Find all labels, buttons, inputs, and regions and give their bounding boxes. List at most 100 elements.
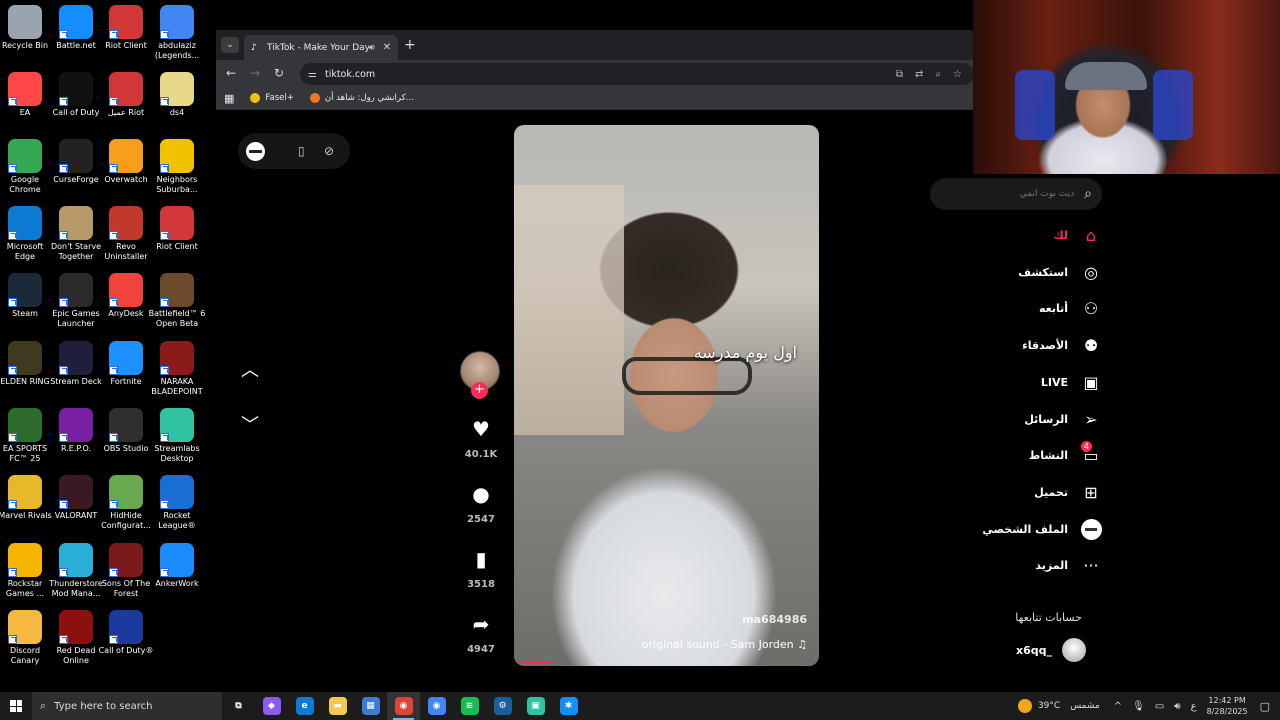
desktop-icon[interactable]: Overwatch: [101, 139, 151, 185]
sidebar-item-3[interactable]: أتابعه ⚇: [930, 296, 1102, 320]
desktop-icon[interactable]: Riot Client: [152, 206, 202, 252]
desktop-icon[interactable]: Fortnite: [101, 341, 151, 387]
sidebar-item-7[interactable]: النشاط ▭ 4: [930, 441, 1102, 467]
taskbar-app[interactable]: ◆: [255, 692, 288, 720]
following-account-item[interactable]: x6qq_: [1016, 638, 1086, 662]
reload-icon[interactable]: ↻: [274, 66, 284, 80]
desktop-icon[interactable]: CurseForge: [51, 139, 101, 185]
desktop-icon[interactable]: Thunderstore Mod Mana...: [49, 543, 103, 598]
close-icon[interactable]: ✕: [383, 42, 391, 53]
network-icon[interactable]: ▭: [1155, 701, 1164, 712]
install-app-icon[interactable]: ⧉: [896, 69, 903, 80]
profile-avatar-icon[interactable]: [246, 142, 265, 161]
desktop-icon[interactable]: HidHide Configurat...: [101, 475, 151, 530]
compass-icon[interactable]: ⊘: [324, 144, 334, 158]
taskbar-app[interactable]: ▬: [321, 692, 354, 720]
clock[interactable]: 12:42 PM 8/28/2025: [1207, 695, 1248, 717]
bookmark-crunchyroll[interactable]: كرانشي رول: شاهد أن...: [309, 93, 414, 103]
save-button[interactable]: ▮ 3518: [456, 547, 506, 590]
desktop-icon[interactable]: Call of Duty®: [99, 610, 153, 656]
back-arrow-icon[interactable]: ←: [226, 66, 236, 80]
desktop-icon[interactable]: Battle.net: [51, 5, 101, 51]
desktop-icon[interactable]: Rocket League®: [152, 475, 202, 530]
taskbar-app[interactable]: ▣: [519, 692, 552, 720]
desktop-icon[interactable]: Rockstar Games ...: [0, 543, 50, 598]
desktop-icon[interactable]: AnyDesk: [101, 273, 151, 319]
weather-widget[interactable]: 39°C مشمس: [1017, 699, 1100, 713]
sidebar-item-8[interactable]: تحميل ⊞: [930, 480, 1102, 504]
microphone-icon[interactable]: 🎙︎: [1132, 701, 1145, 712]
desktop-icon[interactable]: ds4: [152, 72, 202, 118]
desktop-icon[interactable]: Microsoft Edge: [0, 206, 50, 261]
next-video-button[interactable]: ﹀: [238, 411, 262, 437]
start-button[interactable]: [0, 692, 32, 720]
desktop-icon[interactable]: ELDEN RING: [0, 341, 50, 387]
sidebar-item-2[interactable]: استكشف ◎: [930, 260, 1102, 284]
like-button[interactable]: ♥ 40.1K: [456, 417, 506, 460]
desktop-icon[interactable]: Don't Starve Together: [51, 206, 101, 261]
video-sound-link[interactable]: original sound - Sam Jorden ♫: [642, 638, 807, 651]
language-indicator[interactable]: ع: [1191, 701, 1197, 712]
desktop-icon[interactable]: Recycle Bin: [0, 5, 50, 51]
desktop-icon[interactable]: Steam: [0, 273, 50, 319]
desktop-icon[interactable]: Discord Canary: [0, 610, 50, 665]
sidebar-item-9[interactable]: الملف الشخصي: [930, 517, 1102, 541]
desktop-icon[interactable]: R.E.P.O.: [51, 408, 101, 454]
taskbar-app[interactable]: ≋: [453, 692, 486, 720]
tab-search-button[interactable]: ⌄: [221, 37, 239, 53]
desktop-icon[interactable]: Streamlabs Desktop: [152, 408, 202, 463]
desktop-icon[interactable]: Stream Deck: [50, 341, 102, 387]
desktop-icon[interactable]: VALORANT: [51, 475, 101, 521]
tab-tiktok[interactable]: ♪ TikTok - Make Your Day 🔊︎ ✕: [244, 35, 398, 60]
search-input[interactable]: [954, 189, 1075, 199]
bookmark-star-icon[interactable]: ☆: [953, 69, 962, 80]
desktop-icon[interactable]: Call of Duty: [51, 72, 101, 118]
taskbar-app[interactable]: ◉: [420, 692, 453, 720]
zoom-icon[interactable]: ⌕: [935, 69, 941, 80]
desktop-icon[interactable]: Riot Client: [101, 5, 151, 51]
comment-button[interactable]: ● 2547: [456, 482, 506, 525]
desktop-icon[interactable]: NARAKA BLADEPOINT: [151, 341, 203, 396]
sidebar-item-6[interactable]: الرسائل ➢: [930, 407, 1102, 431]
forward-arrow-icon[interactable]: →: [250, 66, 260, 80]
search-bar[interactable]: ⌕: [930, 178, 1102, 210]
desktop-icon[interactable]: EA: [0, 72, 50, 118]
new-tab-button[interactable]: +: [404, 37, 416, 53]
desktop-icon[interactable]: AnkerWork: [152, 543, 202, 589]
chevron-up-icon[interactable]: ^: [1114, 701, 1122, 712]
sidebar-item-10[interactable]: المزيد ···: [930, 553, 1102, 577]
bookmark-fasel[interactable]: Fasel+: [250, 93, 294, 103]
desktop-icon[interactable]: OBS Studio: [101, 408, 151, 454]
speaker-icon[interactable]: 🔊︎: [369, 43, 375, 53]
address-bar[interactable]: ⚌ tiktok.com ⧉ ⇄ ⌕ ☆: [300, 63, 974, 85]
taskbar-app[interactable]: ⚙: [486, 692, 519, 720]
desktop-icon[interactable]: Sons Of The Forest: [101, 543, 151, 598]
taskbar-search[interactable]: ⌕ Type here to search: [32, 692, 222, 720]
taskbar-app[interactable]: ✱: [552, 692, 585, 720]
share-button[interactable]: ➦ 4947: [456, 612, 506, 655]
desktop-icon[interactable]: Epic Games Launcher: [51, 273, 101, 328]
desktop-icon[interactable]: Neighbors Suburba...: [152, 139, 202, 194]
sidebar-item-1[interactable]: لك ⌂: [930, 223, 1102, 247]
notification-icon[interactable]: ▢: [1260, 700, 1270, 713]
translate-icon[interactable]: ⇄: [915, 69, 923, 80]
video-player[interactable]: اول يوم مدرسه ma684986 original sound - …: [514, 125, 819, 666]
previous-video-button[interactable]: ︿: [238, 356, 262, 382]
desktop-icon[interactable]: عميل Riot: [101, 72, 151, 118]
taskbar-app[interactable]: ⧉: [222, 692, 255, 720]
desktop-icon[interactable]: Battlefield™ 6 Open Beta: [149, 273, 205, 328]
follow-plus-icon[interactable]: +: [471, 382, 488, 399]
desktop-icon[interactable]: Marvel Rivals: [0, 475, 52, 521]
sidebar-item-5[interactable]: LIVE ▣: [930, 370, 1102, 394]
phone-icon[interactable]: ▯: [298, 144, 305, 158]
search-icon[interactable]: ⌕: [1084, 186, 1092, 202]
taskbar-app[interactable]: e: [288, 692, 321, 720]
volume-icon[interactable]: 🔊︎: [1174, 701, 1180, 712]
video-author-username[interactable]: ma684986: [742, 613, 807, 626]
desktop-icon[interactable]: Red Dead Online: [51, 610, 101, 665]
video-progress-bar[interactable]: [520, 661, 551, 664]
apps-grid-icon[interactable]: ▦: [224, 92, 234, 105]
desktop-icon[interactable]: abdulaziz (Legends...: [152, 5, 202, 60]
sidebar-item-4[interactable]: الأصدقاء ⚉: [930, 333, 1102, 357]
taskbar-app[interactable]: ▦: [354, 692, 387, 720]
